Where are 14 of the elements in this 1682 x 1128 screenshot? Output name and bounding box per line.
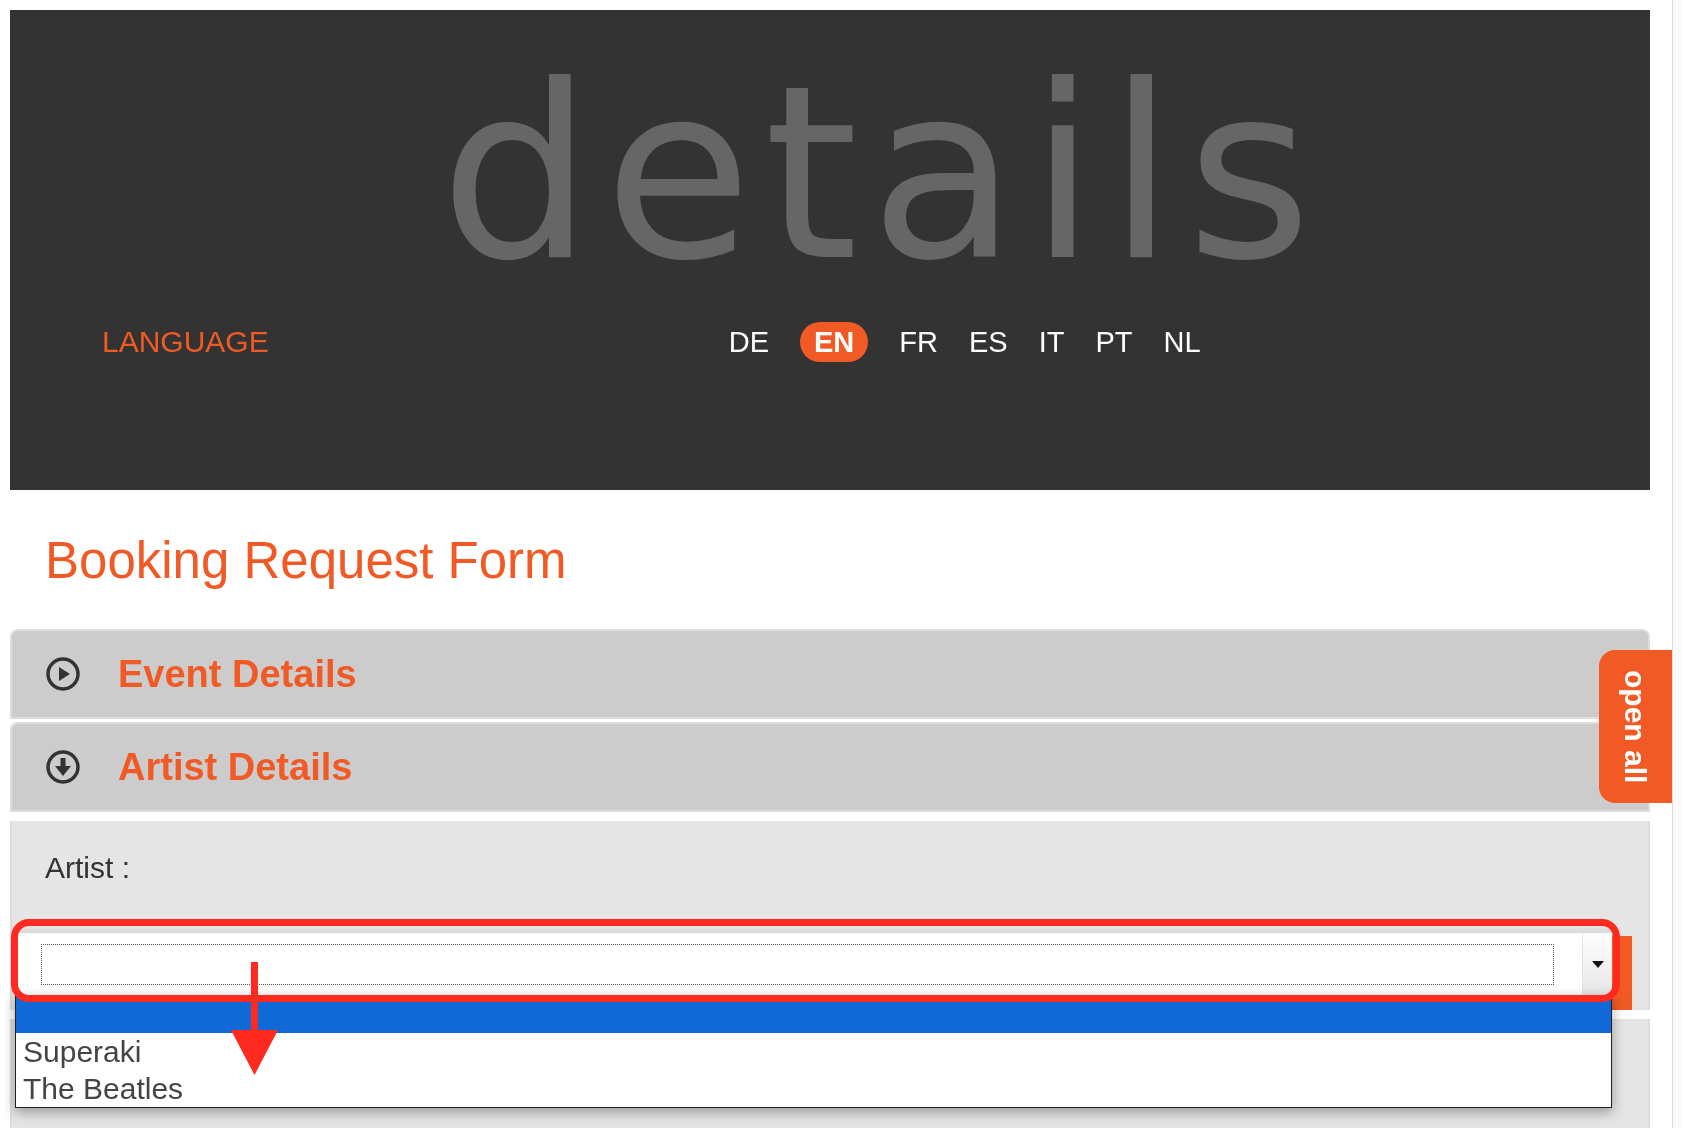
language-link[interactable]: DE [728, 322, 769, 362]
language-link[interactable]: FR [899, 322, 938, 362]
select-field[interactable] [15, 933, 1612, 995]
language-link[interactable]: IT [1038, 322, 1065, 362]
dropdown-option[interactable]: The Beatles [16, 1070, 1611, 1107]
caret-icon [1591, 960, 1604, 968]
language-label: LANGUAGE [102, 324, 269, 360]
language-link[interactable]: NL [1163, 322, 1201, 362]
page-title: Booking Request Form [45, 531, 568, 591]
field-label: Artist : [45, 850, 130, 886]
dropdown-option[interactable]: Superaki [16, 1033, 1611, 1070]
down-arrow-icon [231, 962, 278, 1075]
language-link[interactable]: ES [969, 322, 1008, 362]
language-link[interactable]: PT [1095, 322, 1133, 362]
